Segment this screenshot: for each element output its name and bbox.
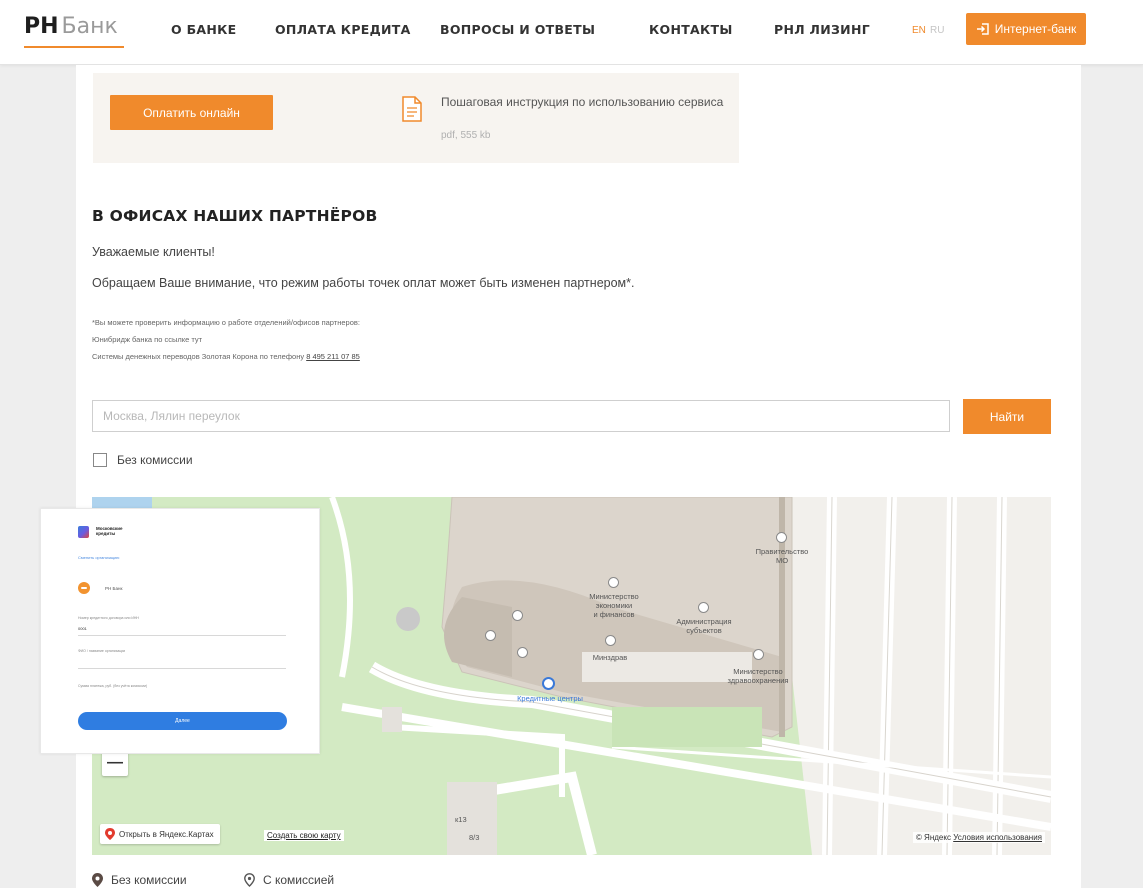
no-commission-checkbox[interactable] xyxy=(93,453,107,467)
greeting-text: Уважаемые клиенты! xyxy=(92,245,215,259)
legend-with-commission-label: С комиссией xyxy=(263,873,335,887)
poi-pin-minzdrav[interactable] xyxy=(605,635,616,646)
change-organization-link[interactable]: Сменить организацию xyxy=(78,555,119,560)
legend-with-commission: С комиссией xyxy=(244,873,334,887)
logo-secondary: Банк xyxy=(61,14,118,39)
moscow-credits-logo-icon xyxy=(78,526,89,538)
house-number-2: 8/3 xyxy=(469,833,480,842)
footnote-3: Системы денежных переводов Золотая Корон… xyxy=(92,352,360,361)
poi-label-economy-ministry: Министерство экономики и финансов xyxy=(589,592,639,619)
terms-of-use-link[interactable]: Условия использования xyxy=(953,833,1042,842)
map-pin-outline-icon xyxy=(244,873,255,887)
poi-pin-credit-centers[interactable] xyxy=(542,677,555,690)
full-name-label: ФИО / название организации xyxy=(78,649,126,653)
footnote-3-prefix: Системы денежных переводов Золотая Корон… xyxy=(92,352,305,361)
poi-pin-economy-ministry[interactable] xyxy=(608,577,619,588)
nav-rnl-leasing[interactable]: РНЛ ЛИЗИНГ xyxy=(774,22,870,37)
document-icon[interactable] xyxy=(402,96,422,122)
internet-bank-label: Интернет-банк xyxy=(994,22,1077,36)
no-commission-checkbox-label[interactable]: Без комиссии xyxy=(117,453,193,467)
popup-brand-line-2: кредиты xyxy=(96,531,116,536)
payment-login-popup: Московские кредиты Сменить организацию Р… xyxy=(40,508,320,754)
login-icon xyxy=(976,23,989,35)
pay-online-button[interactable]: Оплатить онлайн xyxy=(110,95,273,130)
open-in-yandex-maps-label: Открыть в Яндекс.Картах xyxy=(119,829,214,839)
open-in-yandex-maps-button[interactable]: Открыть в Яндекс.Картах xyxy=(100,824,220,844)
payment-amount-label: Сумма платежа, руб. (без учёта комиссии) xyxy=(78,684,148,688)
nav-about-bank[interactable]: О БАНКЕ xyxy=(171,22,237,37)
contract-number-label: Номер кредитного договора или ИНН xyxy=(78,616,139,620)
logo-underline xyxy=(24,46,124,48)
nav-loan-payment[interactable]: ОПЛАТА КРЕДИТА xyxy=(275,22,411,37)
logo-primary: РН xyxy=(24,14,59,39)
rn-bank-icon xyxy=(78,582,90,594)
poi-pin-small-c[interactable] xyxy=(517,647,528,658)
footnote-2[interactable]: Юнибридж банка по ссылке тут xyxy=(92,335,202,344)
poi-label-health-ministry: Министерство здравоохранения xyxy=(727,667,789,685)
rn-bank-logo[interactable]: РН Банк xyxy=(24,14,124,48)
lang-en[interactable]: EN xyxy=(912,25,926,36)
contract-number-field[interactable]: 0001 xyxy=(78,623,286,636)
find-button[interactable]: Найти xyxy=(963,399,1051,434)
poi-label-government: Правительство МО xyxy=(755,547,809,565)
map-copyright: © Яндекс Условия использования xyxy=(912,832,1045,843)
map-pin-dark-icon xyxy=(92,873,103,887)
yandex-maps-pin-icon xyxy=(105,828,115,840)
lang-ru[interactable]: RU xyxy=(930,25,944,36)
footnote-1: *Вы можете проверить информацию о работе… xyxy=(92,318,360,327)
popup-brand: Московские кредиты xyxy=(96,526,123,536)
poi-pin-small-a[interactable] xyxy=(512,610,523,621)
poi-pin-administration[interactable] xyxy=(698,602,709,613)
instruction-link[interactable]: Пошаговая инструкция по использованию се… xyxy=(441,95,741,110)
address-search-input[interactable] xyxy=(92,400,950,432)
poi-pin-government[interactable] xyxy=(776,532,787,543)
create-own-map-link[interactable]: Создать свою карту xyxy=(264,830,344,841)
popup-bank-name: РН Банк xyxy=(105,586,123,591)
full-name-field[interactable] xyxy=(78,656,286,669)
golden-crown-phone-link[interactable]: 8 495 211 07 85 xyxy=(306,352,360,361)
poi-label-credit-centers: Кредитные центры xyxy=(517,694,583,703)
online-payment-box: Оплатить онлайн Пошаговая инструкция по … xyxy=(93,73,739,163)
partners-section-title: В ОФИСАХ НАШИХ ПАРТНЁРОВ xyxy=(92,207,378,225)
yandex-copyright: © Яндекс xyxy=(915,833,951,842)
nav-contacts[interactable]: КОНТАКТЫ xyxy=(649,22,733,37)
internet-bank-button[interactable]: Интернет-банк xyxy=(966,13,1086,45)
house-number-1: к13 xyxy=(455,815,467,824)
instruction-file-size: pdf, 555 kb xyxy=(441,130,491,141)
notice-text: Обращаем Ваше внимание, что режим работы… xyxy=(92,276,635,290)
poi-label-administration: Администрация субъектов xyxy=(676,617,732,635)
legend-no-commission-label: Без комиссии xyxy=(111,873,187,887)
site-header: РН Банк О БАНКЕ ОПЛАТА КРЕДИТА ВОПРОСЫ И … xyxy=(0,0,1143,65)
poi-label-minzdrav: Минздрав xyxy=(592,653,628,662)
poi-pin-health-ministry[interactable] xyxy=(753,649,764,660)
popup-next-button[interactable]: Далее xyxy=(78,712,287,730)
poi-pin-small-b[interactable] xyxy=(485,630,496,641)
nav-faq[interactable]: ВОПРОСЫ И ОТВЕТЫ xyxy=(440,22,595,37)
legend-no-commission: Без комиссии xyxy=(92,873,187,887)
